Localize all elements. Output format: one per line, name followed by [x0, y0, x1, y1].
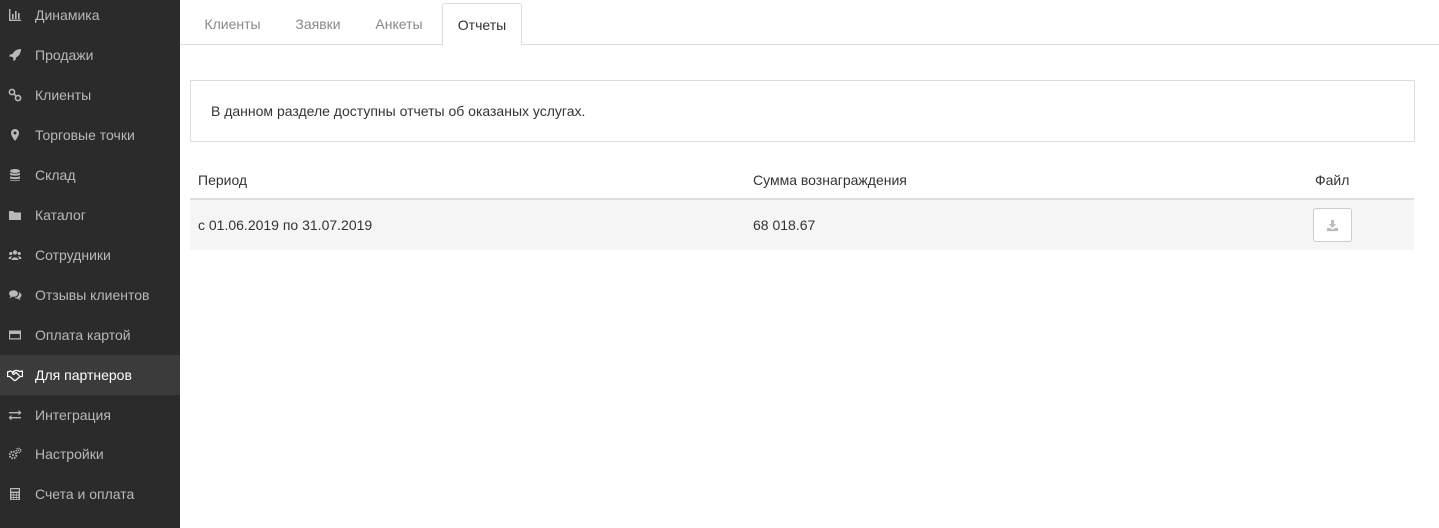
tab-bar: Клиенты Заявки Анкеты Отчеты	[180, 0, 1439, 46]
rocket-icon	[7, 47, 23, 63]
column-header-amount: Сумма вознаграждения	[753, 172, 907, 188]
column-header-period: Период	[198, 172, 248, 188]
sidebar-item-label: Интеграция	[35, 407, 111, 423]
sidebar-item-label: Динамика	[35, 7, 100, 23]
download-button[interactable]	[1313, 208, 1352, 242]
sidebar-item-label: Каталог	[35, 207, 86, 223]
info-panel: В данном разделе доступны отчеты об оказ…	[190, 80, 1415, 142]
reports-table: Период Сумма вознаграждения Файл с 01.06…	[190, 160, 1414, 250]
info-text: В данном разделе доступны отчеты об оказ…	[211, 103, 586, 119]
sidebar-item-label: Счета и оплата	[35, 486, 135, 502]
sidebar-item-card-payment[interactable]: Оплата картой	[0, 315, 180, 355]
gears-icon	[7, 446, 23, 462]
sidebar-item-settings[interactable]: Настройки	[0, 434, 180, 474]
sidebar-item-catalog[interactable]: Каталог	[0, 195, 180, 235]
sidebar-item-dynamics[interactable]: Динамика	[0, 0, 180, 35]
calculator-icon	[7, 486, 23, 502]
table-header: Период Сумма вознаграждения Файл	[190, 160, 1414, 200]
sidebar-item-warehouse[interactable]: Склад	[0, 155, 180, 195]
link-icon	[7, 87, 23, 103]
tab-label: Заявки	[295, 16, 341, 32]
exchange-icon	[7, 407, 23, 423]
table-row: с 01.06.2019 по 31.07.2019 68 018.67	[190, 200, 1414, 250]
tab-clients[interactable]: Клиенты	[194, 3, 271, 45]
sidebar-item-integration[interactable]: Интеграция	[0, 395, 180, 435]
sidebar-item-sales[interactable]: Продажи	[0, 35, 180, 75]
tab-surveys[interactable]: Анкеты	[365, 3, 433, 45]
tab-requests[interactable]: Заявки	[284, 3, 352, 45]
sidebar-item-label: Сотрудники	[35, 247, 111, 263]
sidebar-item-stores[interactable]: Торговые точки	[0, 115, 180, 155]
tab-label: Анкеты	[375, 16, 423, 32]
cell-period: с 01.06.2019 по 31.07.2019	[198, 217, 373, 233]
tab-label: Отчеты	[457, 16, 507, 33]
tab-reports[interactable]: Отчеты	[442, 3, 522, 46]
tab-label: Клиенты	[204, 16, 261, 32]
sidebar-item-reviews[interactable]: Отзывы клиентов	[0, 275, 180, 315]
credit-card-icon	[7, 327, 23, 343]
sidebar-item-label: Настройки	[35, 446, 104, 462]
sidebar-item-label: Торговые точки	[35, 127, 135, 143]
sidebar-item-clients[interactable]: Клиенты	[0, 75, 180, 115]
cell-amount: 68 018.67	[753, 217, 816, 233]
folder-icon	[7, 207, 23, 223]
download-icon	[1326, 219, 1339, 231]
comments-icon	[7, 287, 23, 303]
sidebar: Динамика Продажи Клиенты Торговые точки …	[0, 0, 180, 528]
sidebar-item-label: Склад	[35, 167, 76, 183]
column-header-file: Файл	[1315, 172, 1350, 188]
map-marker-icon	[7, 127, 23, 143]
sidebar-item-label: Для партнеров	[35, 367, 132, 383]
sidebar-item-label: Клиенты	[35, 87, 92, 103]
handshake-icon	[7, 367, 23, 383]
sidebar-item-label: Оплата картой	[35, 327, 131, 343]
database-icon	[7, 167, 23, 183]
main-content: Клиенты Заявки Анкеты Отчеты В данном ра…	[180, 0, 1439, 528]
sidebar-item-label: Продажи	[35, 47, 94, 63]
sidebar-item-employees[interactable]: Сотрудники	[0, 235, 180, 275]
bar-chart-icon	[7, 7, 23, 23]
sidebar-item-partners[interactable]: Для партнеров	[0, 355, 180, 395]
users-icon	[7, 247, 23, 263]
sidebar-item-label: Отзывы клиентов	[35, 287, 150, 303]
sidebar-item-invoices[interactable]: Счета и оплата	[0, 474, 180, 514]
